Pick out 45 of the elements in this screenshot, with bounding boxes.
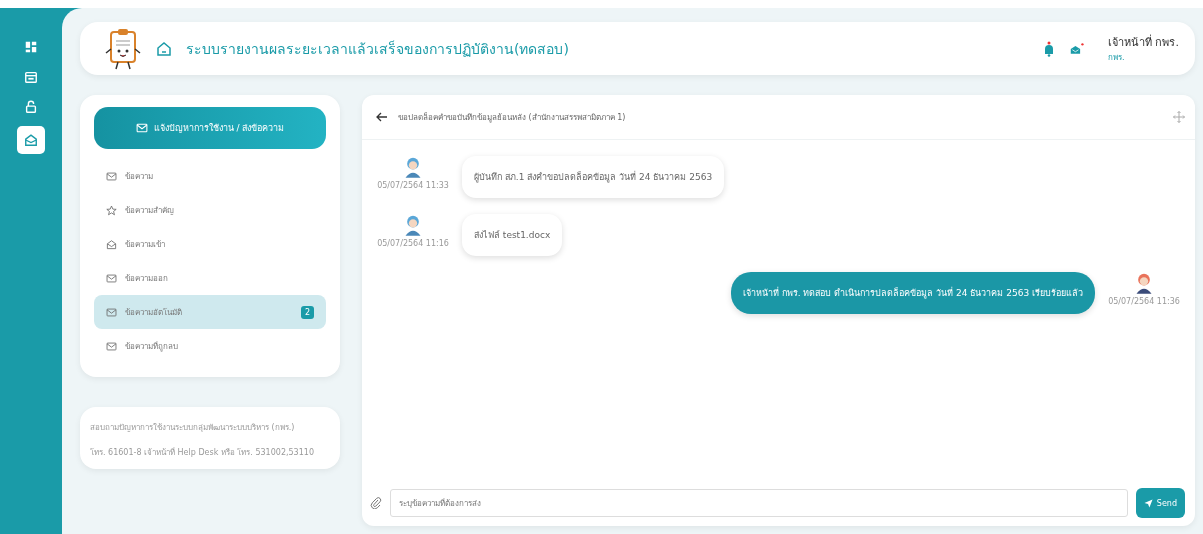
grid-icon xyxy=(24,40,38,54)
nav-button[interactable] xyxy=(17,126,45,154)
message-time: 05/07/2564 11:16 xyxy=(377,239,449,248)
avatar-icon xyxy=(403,156,423,178)
folder-item[interactable]: ข้อความออก xyxy=(94,261,326,295)
envelope-open-icon xyxy=(106,238,117,250)
folder-item[interactable]: ข้อความอัตโนมัติ 2 xyxy=(94,295,326,329)
lock-icon xyxy=(24,100,38,114)
help-text: โทร. 61601-8 เจ้าหน้าที่ Help Desk หรือ โทร. 531002,53110 xyxy=(90,446,315,459)
count-badge: 2 xyxy=(300,305,314,319)
avatar-icon xyxy=(403,214,423,236)
calendar-icon xyxy=(24,70,38,84)
envelope-icon xyxy=(106,306,117,318)
message-bubble: ส่งไฟล์ test1.docx xyxy=(462,214,563,256)
star-icon xyxy=(106,204,117,216)
folder-item[interactable]: ข้อความสำคัญ xyxy=(94,193,326,227)
folder-item[interactable]: ข้อความที่ถูกลบ xyxy=(94,329,326,363)
user-name: เจ้าหน้าที่ กพร. xyxy=(1108,33,1179,51)
back-arrow-icon[interactable] xyxy=(376,111,388,123)
clipboard-mascot-drawing xyxy=(104,26,142,71)
message-bubble: เจ้าหน้าที่ กพร. ทดสอบ ดำเนินการปลดล็อคข้อมูล วันที่ 24 ธันวาคม 2563 เรียบร้อยแล้ว xyxy=(730,272,1095,314)
message-time: 05/07/2564 11:36 xyxy=(1108,297,1180,306)
folder-item[interactable]: ข้อความ xyxy=(94,159,326,193)
app-title: ระบบรายงานผลระยะเวลาแล้วเสร็จของการปฏิบัติงาน(ทดสอบ) xyxy=(186,39,570,59)
envelope-open-icon xyxy=(24,133,38,147)
envelope-icon xyxy=(106,272,117,284)
envelope-icon xyxy=(135,122,148,134)
envelope-icon[interactable] xyxy=(1070,40,1084,57)
help-text: สอบถามปัญหาการใช้งานระบบกลุ่มพัฒนาระบบบริหาร (กพร.) xyxy=(90,422,296,434)
home-icon xyxy=(156,40,172,57)
message-time: 05/07/2564 11:33 xyxy=(377,181,449,190)
paperclip-icon[interactable] xyxy=(370,497,382,509)
move-icon[interactable] xyxy=(1173,111,1185,123)
send-button[interactable]: Send xyxy=(1135,488,1185,518)
folder-item[interactable]: ข้อความเข้า xyxy=(94,227,326,261)
message-bubble: ผู้บันทึก สภ.1 ส่งคำขอปลดล็อคข้อมูล วันที่ 24 ธันวาคม 2563 xyxy=(462,156,725,198)
message-input[interactable]: ระบุข้อความที่ต้องการส่ง xyxy=(390,489,1128,517)
envelope-icon xyxy=(106,170,117,182)
compose-button[interactable]: แจ้งปัญหาการใช้งาน / ส่งข้อความ xyxy=(94,107,326,149)
chat-title: ขอปลดล็อคคำขอบันทึกข้อมูลย้อนหลัง (สำนักงานสรรพสามิตภาค 1) xyxy=(398,111,627,124)
bell-icon[interactable] xyxy=(1042,40,1056,57)
send-icon xyxy=(1143,498,1153,508)
user-role: กพร. xyxy=(1108,52,1126,64)
avatar-icon xyxy=(1134,272,1154,294)
envelope-icon xyxy=(106,340,117,352)
